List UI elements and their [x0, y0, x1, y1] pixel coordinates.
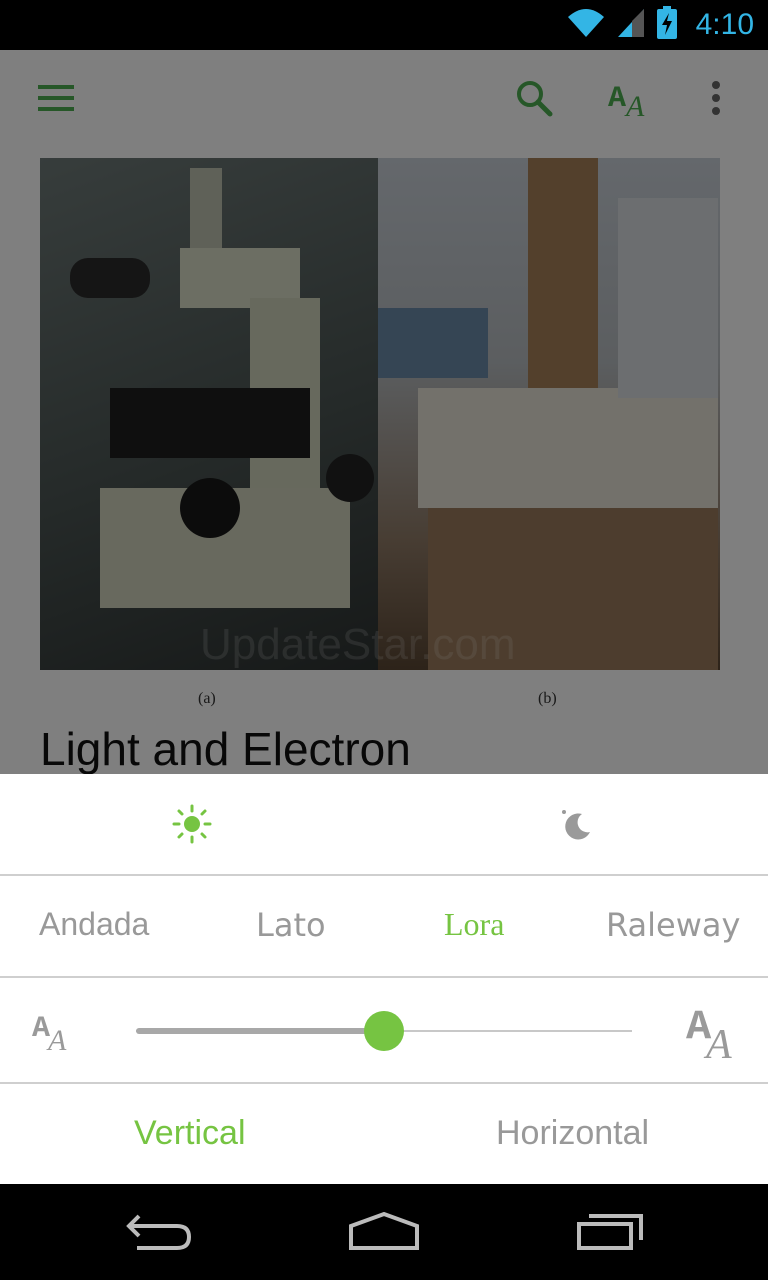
text-size-slider-progress: [136, 1028, 384, 1034]
orientation-vertical[interactable]: Vertical: [134, 1114, 246, 1153]
reading-settings-sheet: Andada Lato Lora Raleway AA AA Vertical …: [0, 774, 768, 1184]
text-size-slider-thumb[interactable]: [364, 1011, 404, 1051]
font-option-andada[interactable]: Andada: [39, 906, 149, 943]
orientation-horizontal[interactable]: Horizontal: [496, 1114, 649, 1153]
text-size-large-icon: AA: [686, 1000, 746, 1068]
clock: 4:10: [695, 8, 754, 41]
moon-icon[interactable]: [556, 804, 596, 844]
svg-text:A: A: [46, 1024, 67, 1052]
home-icon[interactable]: [334, 1204, 434, 1260]
signal-icon: [616, 7, 646, 44]
text-size-icon[interactable]: AA: [606, 74, 654, 122]
theme-row: [0, 774, 768, 876]
watermark: UpdateStar.com: [200, 620, 516, 669]
sun-icon[interactable]: [172, 804, 212, 844]
font-option-lato[interactable]: Lato: [256, 906, 326, 944]
electron-microscope-photo: [378, 158, 720, 670]
navigation-bar: [0, 1184, 768, 1280]
wifi-icon: [566, 7, 606, 44]
reader-app: AA UpdateStar.com (a) (b) Light and Elec…: [0, 50, 768, 1184]
font-option-lora[interactable]: Lora: [444, 906, 504, 943]
caption-b: (b): [538, 690, 557, 707]
article-title: Light and Electron: [40, 723, 411, 775]
back-icon[interactable]: [110, 1204, 210, 1260]
recents-icon[interactable]: [560, 1204, 660, 1260]
hamburger-menu-icon[interactable]: [32, 74, 80, 122]
text-size-small-icon: AA: [32, 1008, 76, 1057]
more-vert-icon[interactable]: [692, 74, 740, 122]
light-microscope-photo: [40, 158, 378, 670]
battery-charging-icon: [656, 5, 678, 45]
text-size-row: AA AA: [0, 978, 768, 1084]
font-option-raleway[interactable]: Raleway: [606, 906, 740, 944]
svg-text:A: A: [608, 82, 626, 116]
font-row: Andada Lato Lora Raleway: [0, 876, 768, 978]
svg-text:A: A: [624, 90, 645, 118]
svg-text:A: A: [703, 1022, 732, 1060]
orientation-row: Vertical Horizontal: [0, 1084, 768, 1184]
toolbar: AA: [0, 50, 768, 146]
microscope-figure: [40, 158, 720, 670]
search-icon[interactable]: [510, 74, 558, 122]
status-bar: 4:10: [0, 0, 768, 50]
caption-a: (a): [198, 690, 216, 707]
